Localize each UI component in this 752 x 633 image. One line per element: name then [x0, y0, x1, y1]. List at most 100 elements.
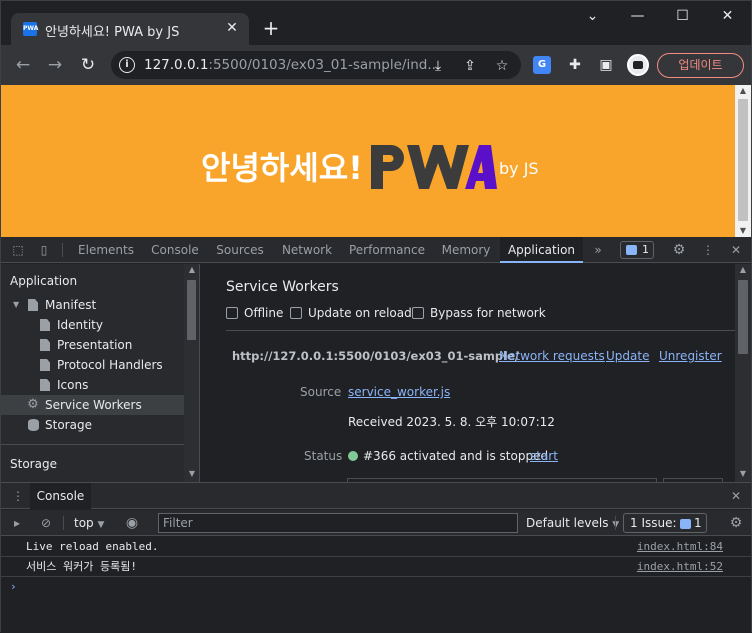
issues-badge[interactable]: 1 — [620, 241, 654, 259]
browser-tab[interactable]: PWA 안녕하세요! PWA by JS ✕ — [11, 13, 249, 45]
issue-message-icon — [680, 519, 691, 529]
tab-application[interactable]: Application — [500, 237, 583, 263]
more-tabs-icon[interactable]: » — [590, 242, 606, 258]
reload-icon[interactable]: ↻ — [76, 53, 100, 77]
sidebar-item-protocol-handlers[interactable]: Protocol Handlers — [1, 355, 184, 375]
context-selector[interactable]: top ▼ — [74, 516, 104, 530]
update-link[interactable]: Update — [606, 349, 649, 363]
main-pane-scrollbar[interactable]: ▲ ▼ — [735, 264, 751, 482]
back-icon[interactable]: ← — [11, 53, 35, 77]
tab-close-icon[interactable]: ✕ — [223, 19, 241, 37]
live-expression-eye-icon[interactable]: ◉ — [124, 515, 140, 531]
new-tab-icon[interactable]: + — [259, 17, 283, 41]
minimize-icon[interactable]: — — [615, 1, 660, 31]
file-icon — [28, 299, 38, 311]
console-issues-button[interactable]: 1 Issue: 1 — [623, 513, 707, 533]
sidebar-item-storage[interactable]: Storage — [1, 415, 184, 435]
console-message-row: Live reload enabled. index.html:84 — [1, 537, 751, 557]
chevron-down-icon: ▼ — [97, 520, 105, 530]
tab-network[interactable]: Network — [275, 237, 339, 263]
devtools-panel: ⬚ ▯ Elements Console Sources Network Per… — [1, 237, 751, 633]
unregister-link[interactable]: Unregister — [659, 349, 722, 363]
update-on-reload-checkbox[interactable] — [290, 307, 302, 319]
status-text: #366 activated and is stopped — [363, 449, 549, 463]
sidebar-item-service-workers[interactable]: ⚙ Service Workers — [1, 395, 184, 415]
tab-elements[interactable]: Elements — [73, 237, 139, 263]
page-scrollbar[interactable]: ▲ ▼ — [735, 85, 751, 237]
console-settings-gear-icon[interactable]: ⚙ — [728, 515, 744, 531]
console-prompt[interactable]: › — [10, 580, 17, 593]
network-requests-link[interactable]: Network requests — [499, 349, 605, 363]
source-label: Source — [300, 385, 342, 399]
favicon: PWA — [23, 22, 38, 36]
url-text: 127.0.0.1:5500/0103/ex03_01-sample/ind..… — [144, 57, 441, 73]
settings-gear-icon[interactable]: ⚙ — [671, 242, 687, 258]
file-icon — [40, 319, 50, 331]
sidebar-section-storage: Storage — [10, 457, 57, 471]
device-toolbar-icon[interactable]: ▯ — [36, 242, 52, 258]
tab-console[interactable]: Console — [143, 237, 207, 263]
service-workers-pane: Service Workers Offline Update on reload… — [200, 264, 735, 482]
address-bar[interactable]: i 127.0.0.1:5500/0103/ex03_01-sample/ind… — [111, 51, 521, 79]
share-icon[interactable]: ⇪ — [461, 57, 479, 75]
devtools-tab-bar: ⬚ ▯ Elements Console Sources Network Per… — [1, 237, 751, 263]
status-label: Status — [304, 449, 343, 463]
sidebar-item-identity[interactable]: Identity — [1, 315, 184, 335]
tab-title: 안녕하세요! PWA by JS — [45, 25, 180, 40]
site-info-icon[interactable]: i — [119, 57, 135, 73]
hero-greeting: 안녕하세요! — [201, 149, 363, 187]
log-levels-dropdown[interactable]: Default levels ▼ — [526, 516, 619, 530]
source-file-link[interactable]: service_worker.js — [348, 385, 450, 399]
byline-text: by JS — [499, 159, 539, 178]
drawer-tab-console[interactable]: Console — [30, 483, 91, 509]
profile-avatar[interactable] — [627, 54, 649, 76]
tab-memory[interactable]: Memory — [435, 237, 497, 263]
sidebar-item-presentation[interactable]: Presentation — [1, 335, 184, 355]
received-time: Received 2023. 5. 8. 오후 10:07:12 — [348, 415, 555, 429]
translate-extension-icon[interactable]: G — [533, 56, 551, 74]
inspect-element-icon[interactable]: ⬚ — [10, 242, 26, 258]
tab-sources[interactable]: Sources — [209, 237, 271, 263]
sidebar-scrollbar[interactable]: ▲ ▼ — [184, 264, 199, 482]
console-drawer: ⋮ Console ✕ ▸ ⊘ top ▼ ◉ Default levels ▼… — [1, 482, 751, 633]
drawer-close-icon[interactable]: ✕ — [728, 488, 744, 504]
maximize-icon[interactable]: ☐ — [660, 1, 705, 31]
forward-icon[interactable]: → — [43, 53, 67, 77]
sidebar-item-icons[interactable]: Icons — [1, 375, 184, 395]
issue-message-icon — [626, 245, 637, 255]
console-sidebar-icon[interactable]: ▸ — [9, 515, 25, 531]
bypass-network-checkbox[interactable] — [412, 307, 424, 319]
side-panel-icon[interactable]: ▣ — [596, 55, 616, 75]
install-icon[interactable]: ⤓ — [429, 57, 447, 75]
console-toolbar: ▸ ⊘ top ▼ ◉ Default levels ▼ 1 Issue: 1 … — [1, 510, 751, 536]
tab-search-icon[interactable]: ⌄ — [570, 1, 615, 31]
tab-performance[interactable]: Performance — [343, 237, 431, 263]
source-link[interactable]: index.html:84 — [637, 537, 723, 557]
console-message-row: 서비스 워커가 등록됨! index.html:52 — [1, 557, 751, 577]
update-on-reload-label: Update on reload — [308, 306, 412, 320]
database-icon — [28, 419, 39, 431]
expand-triangle-icon[interactable]: ▼ — [13, 295, 19, 315]
browser-toolbar: ← → ↻ i 127.0.0.1:5500/0103/ex03_01-samp… — [1, 45, 751, 85]
status-dot-icon — [348, 451, 358, 461]
application-sidebar: Application ▼ Manifest Identity Presenta… — [1, 264, 184, 482]
extensions-puzzle-icon[interactable]: ✚ — [565, 55, 585, 75]
update-button[interactable]: 업데이트 — [657, 53, 744, 78]
page-viewport: 안녕하세요! by JS — [1, 85, 751, 237]
offline-checkbox[interactable] — [226, 307, 238, 319]
pwa-logo — [371, 145, 497, 189]
devtools-close-icon[interactable]: ✕ — [728, 242, 744, 258]
more-options-icon[interactable]: ⋮ — [700, 242, 716, 258]
offline-label: Offline — [244, 306, 284, 320]
window-close-icon[interactable]: ✕ — [705, 1, 750, 31]
sidebar-item-manifest[interactable]: ▼ Manifest — [1, 295, 184, 315]
clear-console-icon[interactable]: ⊘ — [38, 515, 54, 531]
sw-scope-url: http://127.0.0.1:5500/0103/ex03_01-sampl… — [232, 349, 520, 363]
start-link[interactable]: start — [530, 449, 558, 463]
source-link[interactable]: index.html:52 — [637, 557, 723, 577]
pane-title: Service Workers — [226, 279, 339, 295]
drawer-tab-bar: ⋮ Console ✕ — [1, 483, 751, 509]
bookmark-star-icon[interactable]: ☆ — [493, 57, 511, 75]
console-filter-input[interactable] — [158, 513, 518, 533]
drawer-menu-icon[interactable]: ⋮ — [10, 488, 26, 504]
